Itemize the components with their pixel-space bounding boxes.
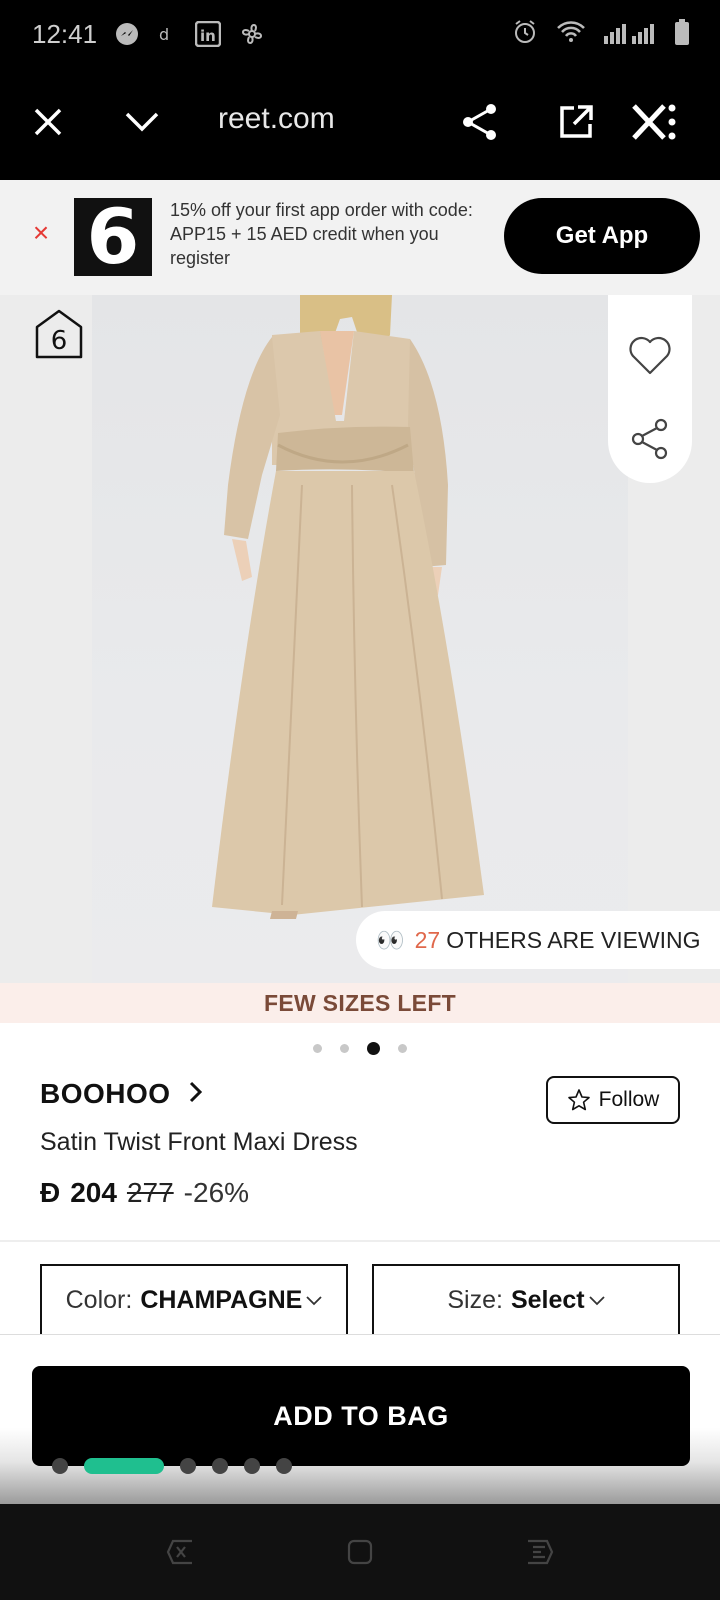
gallery-pagination — [0, 1042, 720, 1055]
status-time: 12:41 — [32, 18, 98, 49]
share-nodes-icon — [631, 418, 668, 460]
screen: 12:41 d in reet.com × 6 15% off your fir… — [0, 0, 720, 1600]
size-value: Select — [510, 1285, 585, 1314]
system-navigation-bar — [0, 1504, 720, 1600]
house-six-icon: 6 — [35, 309, 83, 359]
get-app-button[interactable]: Get App — [504, 198, 700, 274]
follow-label: Follow — [598, 1088, 660, 1111]
open-external-button[interactable] — [544, 90, 608, 154]
status-bar: 12:41 d in — [0, 0, 720, 68]
svg-text:d: d — [159, 25, 169, 44]
overlay-page-indicator — [52, 1458, 292, 1474]
dress-illustration — [212, 295, 484, 919]
page-dot[interactable] — [52, 1458, 68, 1474]
collapse-button[interactable] — [110, 90, 174, 154]
url-text[interactable]: reet.com — [218, 102, 335, 136]
share-icon — [463, 104, 496, 140]
badge-six: 6 — [51, 326, 68, 356]
color-selector[interactable]: Color: CHAMPAGNE — [40, 1264, 348, 1334]
divider — [0, 1240, 720, 1242]
page-dot[interactable] — [276, 1458, 292, 1474]
open-external-icon — [560, 105, 593, 138]
brand-badge: 6 — [34, 309, 84, 359]
gallery-dot-1[interactable] — [313, 1044, 322, 1053]
eyes-icon: 👀 — [376, 926, 405, 953]
few-sizes-banner: FEW SIZES LEFT — [0, 983, 720, 1023]
fan-icon — [239, 21, 265, 47]
follow-button[interactable]: Follow — [546, 1076, 680, 1124]
battery-icon — [674, 18, 690, 50]
nav-back-button[interactable] — [520, 1534, 560, 1570]
add-to-bag-button[interactable]: ADD TO BAG — [32, 1366, 690, 1466]
chevron-down-icon — [125, 112, 159, 132]
banner-close-button[interactable]: × — [26, 218, 56, 248]
price-row: Đ 204 277 -26% — [40, 1177, 249, 1209]
brand-link[interactable]: BOOHOO — [40, 1078, 203, 1110]
currency-symbol: Đ — [40, 1177, 61, 1208]
share-product-button[interactable] — [626, 415, 674, 463]
gallery-dot-4[interactable] — [398, 1044, 407, 1053]
star-icon — [567, 1089, 590, 1111]
banner-promo-text: 15% off your first app order with code: … — [170, 200, 473, 268]
discount-percent: -26% — [183, 1177, 250, 1208]
share-button[interactable] — [448, 90, 512, 154]
size-selector[interactable]: Size: Select — [372, 1264, 680, 1334]
product-title: Satin Twist Front Maxi Dress — [40, 1128, 358, 1156]
size-label: Size: — [447, 1285, 503, 1314]
back-icon — [528, 1539, 554, 1565]
linkedin-icon: in — [195, 21, 222, 47]
alarm-icon — [512, 19, 538, 50]
sixthstreet-logo: 6 — [74, 198, 152, 276]
page-dot-active[interactable] — [84, 1458, 164, 1474]
svg-text:in: in — [200, 27, 216, 45]
product-image-gallery[interactable]: 6 👀 27 OTHERS ARE VIEWING — [0, 295, 720, 983]
status-right — [512, 0, 690, 68]
product-action-rail — [608, 295, 692, 483]
wishlist-button[interactable] — [626, 331, 674, 379]
recents-icon — [166, 1539, 192, 1565]
nav-home-button[interactable] — [340, 1534, 380, 1570]
color-value: CHAMPAGNE — [140, 1285, 303, 1314]
viewers-count: 27 — [414, 926, 441, 953]
home-square-icon — [347, 1539, 373, 1565]
signal-icon — [604, 20, 656, 49]
close-icon — [34, 108, 62, 136]
more-button[interactable] — [622, 90, 686, 154]
viewers-indicator: 👀 27 OTHERS ARE VIEWING — [356, 911, 720, 969]
app-d-icon: d — [157, 24, 177, 44]
original-price: 277 — [126, 1177, 174, 1208]
gallery-dot-3-active[interactable] — [367, 1042, 380, 1055]
page-dot[interactable] — [180, 1458, 196, 1474]
chevron-right-icon — [189, 1078, 203, 1110]
close-more-icon — [632, 104, 676, 140]
chevron-down-icon — [306, 1290, 322, 1311]
product-photo[interactable] — [92, 295, 628, 983]
page-dot[interactable] — [212, 1458, 228, 1474]
gallery-dot-2[interactable] — [340, 1044, 349, 1053]
browser-toolbar: reet.com — [0, 68, 720, 180]
viewers-text: OTHERS ARE VIEWING — [446, 926, 701, 953]
heart-icon — [629, 336, 671, 375]
nav-recents-button[interactable] — [160, 1534, 200, 1570]
messenger-icon — [115, 22, 139, 46]
app-download-banner: × 6 15% off your first app order with co… — [0, 180, 720, 295]
color-label: Color: — [65, 1285, 133, 1314]
wifi-icon — [556, 20, 586, 49]
page-dot[interactable] — [244, 1458, 260, 1474]
chevron-down-icon — [588, 1290, 605, 1311]
close-tab-button[interactable] — [16, 90, 80, 154]
brand-name: BOOHOO — [40, 1078, 171, 1109]
current-price: 204 — [70, 1177, 117, 1208]
